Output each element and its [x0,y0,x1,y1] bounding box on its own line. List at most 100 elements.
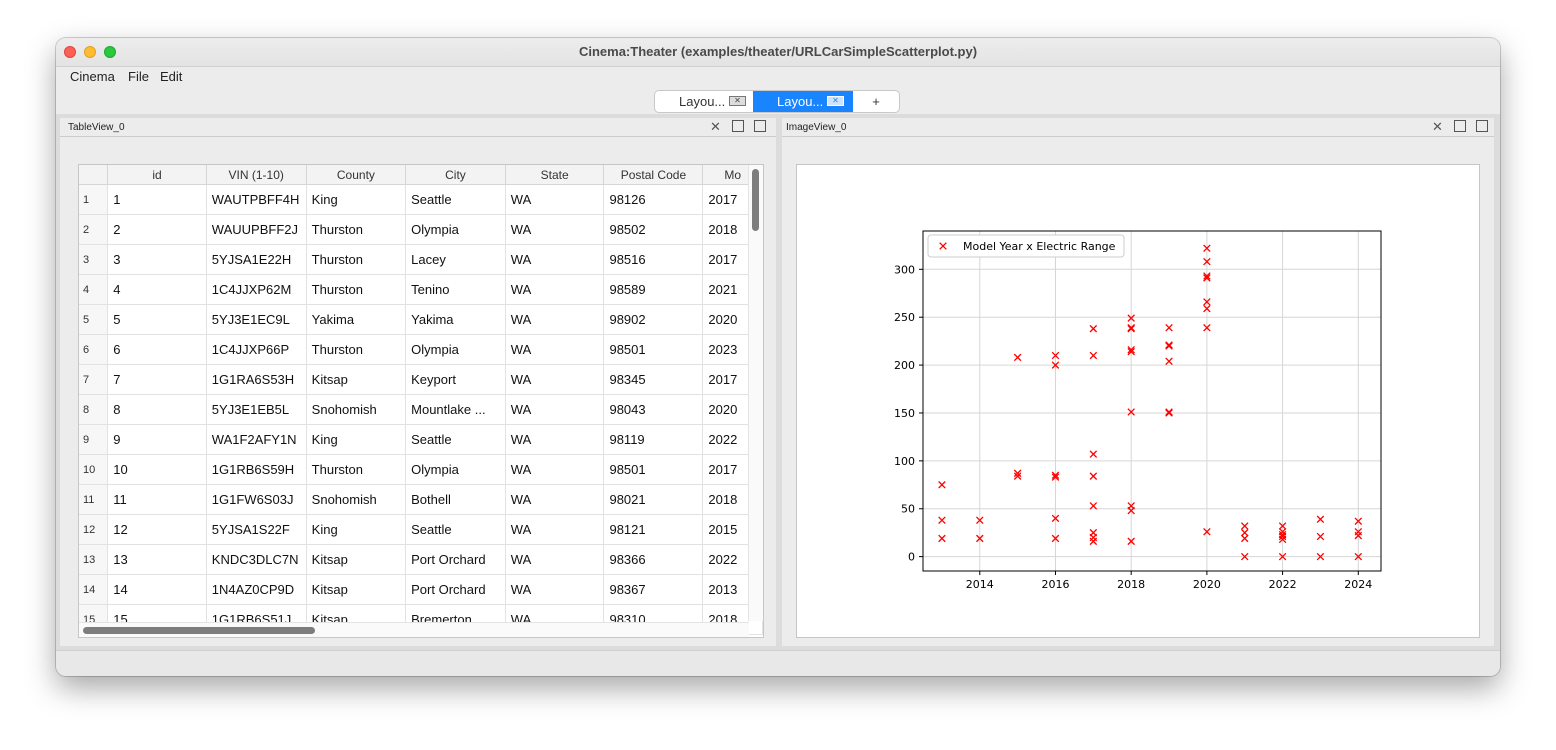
table-cell[interactable]: 98366 [603,544,704,575]
table-cell[interactable]: Thurston [306,214,407,245]
table-cell[interactable]: 12 [107,514,207,545]
menu-cinema[interactable]: Cinema [70,69,115,84]
table-row[interactable]: 7 7 1G1RA6S53H Kitsap Keyport WA 98345 2017 [79,364,763,395]
row-number[interactable]: 8 [79,394,109,425]
table-cell[interactable]: 4 [107,274,207,305]
table-cell[interactable]: 1G1FW6S03J [206,484,307,515]
table-row[interactable]: 2 2 WAUUPBFF2J Thurston Olympia WA 98502 2018 [79,214,763,245]
table-cell[interactable]: Thurston [306,454,407,485]
table-cell[interactable]: WA1F2AFY1N [206,424,307,455]
table-cell[interactable]: WA [505,544,605,575]
row-number[interactable]: 4 [79,274,109,305]
table-cell[interactable]: 98126 [603,184,704,215]
row-number[interactable]: 1 [79,184,109,215]
table-row[interactable]: 3 3 5YJSA1E22H Thurston Lacey WA 98516 2017 [79,244,763,275]
table-cell[interactable]: 98589 [603,274,704,305]
split-horizontal-icon[interactable] [732,120,744,132]
table-cell[interactable]: Lacey [405,244,506,275]
table-cell[interactable]: Yakima [306,304,407,335]
table-cell[interactable]: 1 [107,184,207,215]
table-cell[interactable]: 1C4JJXP62M [206,274,307,305]
table-cell[interactable]: Olympia [405,454,506,485]
table-cell[interactable]: 5YJSA1S22F [206,514,307,545]
column-header[interactable]: Postal Code [603,165,704,185]
table-cell[interactable]: WA [505,334,605,365]
table-cell[interactable]: 1N4AZ0CP9D [206,574,307,605]
column-header[interactable]: State [505,165,605,185]
table-cell[interactable]: 7 [107,364,207,395]
table-row[interactable]: 4 4 1C4JJXP62M Thurston Tenino WA 98589 2021 [79,274,763,305]
table-cell[interactable]: Seattle [405,514,506,545]
menu-edit[interactable]: Edit [160,69,182,84]
horizontal-scrollbar[interactable] [79,622,749,637]
table-cell[interactable]: WA [505,274,605,305]
table-row[interactable]: 8 8 5YJ3E1EB5L Snohomish Mountlake ... WA 9804… [79,394,763,425]
table-cell[interactable]: WA [505,304,605,335]
table-cell[interactable]: 9 [107,424,207,455]
table-row[interactable]: 5 5 5YJ3E1EC9L Yakima Yakima WA 98902 2020 [79,304,763,335]
table-cell[interactable]: 98043 [603,394,704,425]
row-number[interactable]: 3 [79,244,109,275]
table-cell[interactable]: 3 [107,244,207,275]
split-vertical-icon[interactable] [754,120,766,132]
table-row[interactable]: 12 12 5YJSA1S22F King Seattle WA 98121 2015 [79,514,763,545]
table-cell[interactable]: Tenino [405,274,506,305]
table-cell[interactable]: 5YJ3E1EC9L [206,304,307,335]
table-cell[interactable]: King [306,184,407,215]
table-cell[interactable]: 1G1RB6S59H [206,454,307,485]
table-cell[interactable]: 1C4JJXP66P [206,334,307,365]
split-horizontal-icon[interactable] [1454,120,1466,132]
table-cell[interactable]: Kitsap [306,364,407,395]
row-number[interactable]: 11 [79,484,109,515]
table-row[interactable]: 1 1 WAUTPBFF4H King Seattle WA 98126 2017 [79,184,763,215]
table-cell[interactable]: WAUUPBFF2J [206,214,307,245]
table-cell[interactable]: WA [505,244,605,275]
table-cell[interactable]: Thurston [306,274,407,305]
table-cell[interactable]: WA [505,214,605,245]
table-cell[interactable]: Mountlake ... [405,394,506,425]
vertical-scrollbar[interactable] [748,165,763,621]
table-cell[interactable]: WA [505,394,605,425]
table-cell[interactable]: WA [505,574,605,605]
table-row[interactable]: 6 6 1C4JJXP66P Thurston Olympia WA 98501 2023 [79,334,763,365]
table-cell[interactable]: Seattle [405,184,506,215]
table-cell[interactable]: Kitsap [306,544,407,575]
split-vertical-icon[interactable] [1476,120,1488,132]
table-cell[interactable]: Snohomish [306,394,407,425]
table-cell[interactable]: 98516 [603,244,704,275]
table-cell[interactable]: 98367 [603,574,704,605]
row-number[interactable]: 13 [79,544,109,575]
table-cell[interactable]: 98345 [603,364,704,395]
table-cell[interactable]: Kitsap [306,574,407,605]
table-cell[interactable]: Olympia [405,214,506,245]
table-row[interactable]: 13 13 KNDC3DLC7N Kitsap Port Orchard WA 98366 2… [79,544,763,575]
table-cell[interactable]: 98501 [603,454,704,485]
table-cell[interactable]: WA [505,484,605,515]
table-cell[interactable]: 98502 [603,214,704,245]
table-cell[interactable]: WA [505,454,605,485]
table-cell[interactable]: King [306,424,407,455]
table-cell[interactable]: KNDC3DLC7N [206,544,307,575]
table-cell[interactable]: WA [505,364,605,395]
table-cell[interactable]: 13 [107,544,207,575]
tab-layout-1[interactable]: Layou... ✕ [655,91,753,112]
tab-close-icon[interactable]: ✕ [729,96,746,106]
table-cell[interactable]: 5YJ3E1EB5L [206,394,307,425]
menu-file[interactable]: File [128,69,149,84]
table-cell[interactable]: WA [505,424,605,455]
table-cell[interactable]: 10 [107,454,207,485]
table-cell[interactable]: 14 [107,574,207,605]
table-cell[interactable]: Keyport [405,364,506,395]
table-row[interactable]: 9 9 WA1F2AFY1N King Seattle WA 98119 2022 [79,424,763,455]
row-number[interactable]: 9 [79,424,109,455]
table-cell[interactable]: 98902 [603,304,704,335]
table-cell[interactable]: Olympia [405,334,506,365]
table-cell[interactable]: WAUTPBFF4H [206,184,307,215]
table-row[interactable]: 14 14 1N4AZ0CP9D Kitsap Port Orchard WA 98367 2… [79,574,763,605]
add-tab-button[interactable]: + [853,91,899,112]
table-cell[interactable]: Port Orchard [405,574,506,605]
row-number[interactable]: 10 [79,454,109,485]
row-number[interactable]: 6 [79,334,109,365]
table-cell[interactable]: 1G1RA6S53H [206,364,307,395]
column-header[interactable]: County [306,165,407,185]
